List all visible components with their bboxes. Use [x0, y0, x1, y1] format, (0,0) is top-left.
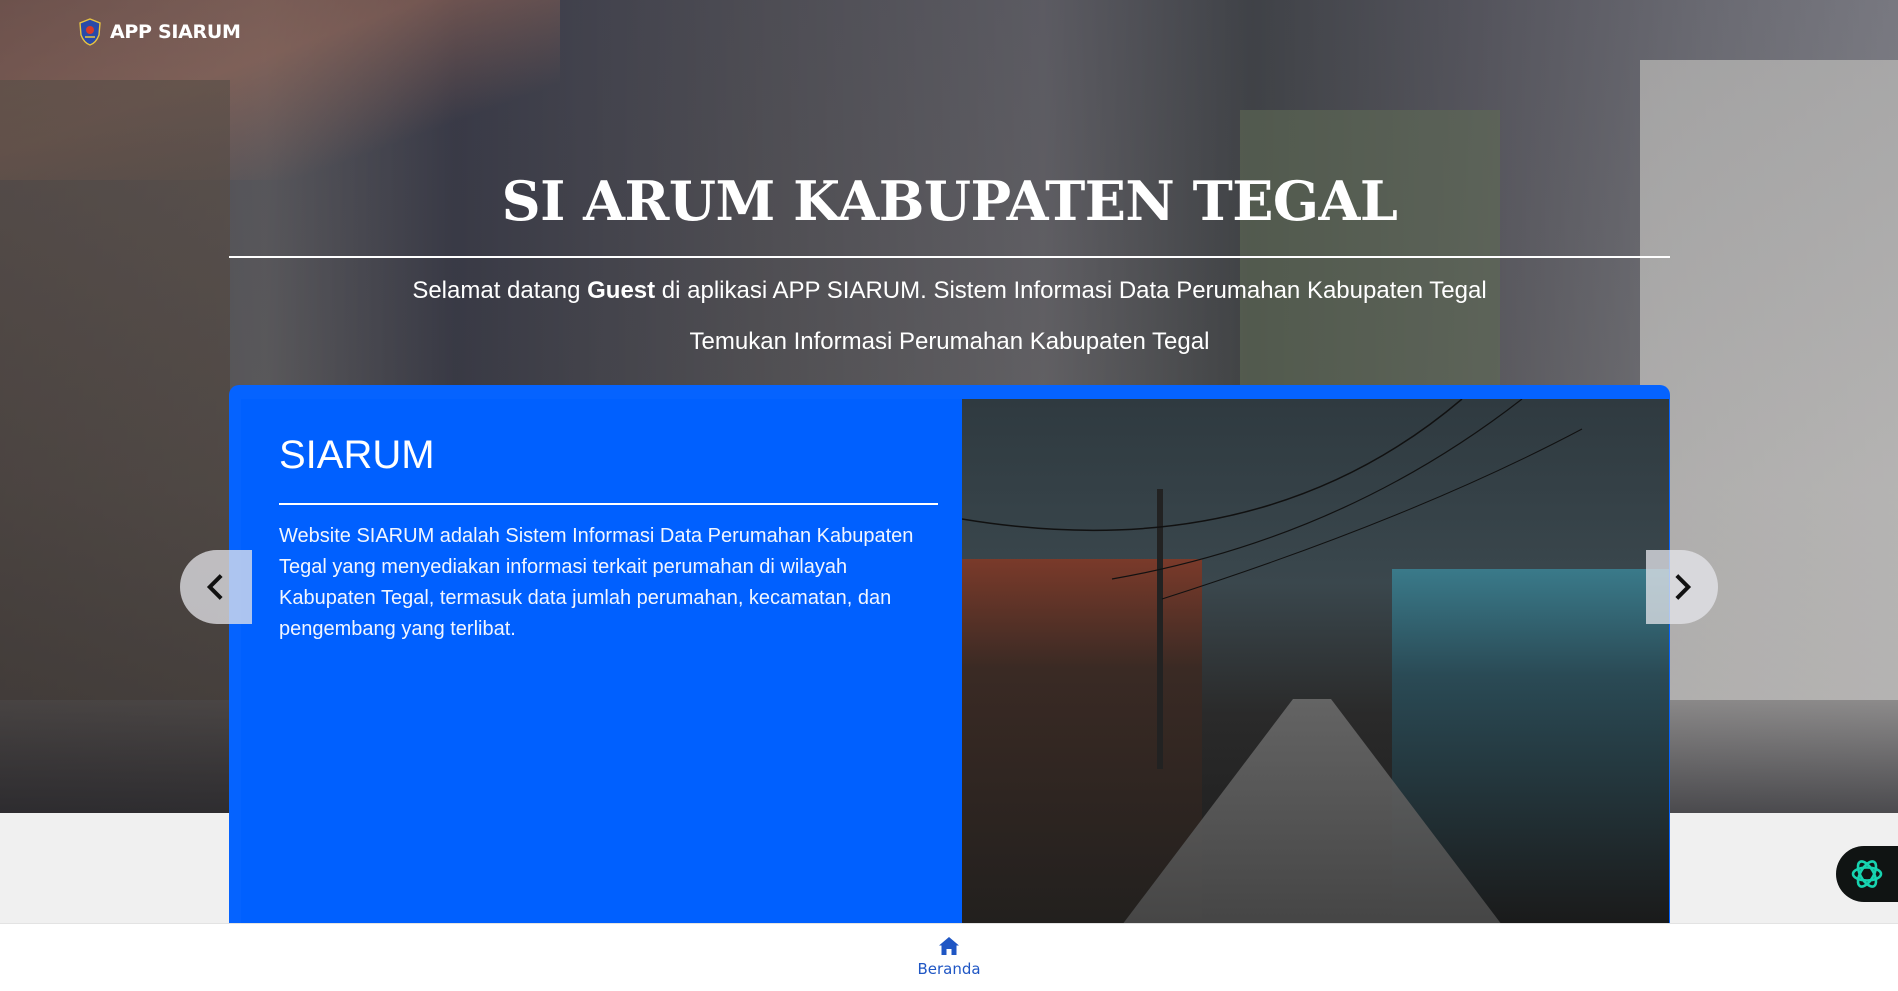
carousel-slide: SIARUM Website SIARUM adalah Sistem Info… [241, 399, 1669, 925]
bottom-navigation: Beranda [0, 923, 1898, 991]
kabupaten-tegal-crest-icon[interactable] [78, 18, 102, 46]
slide-text-panel: SIARUM Website SIARUM adalah Sistem Info… [241, 399, 949, 925]
slide-photo [962, 399, 1669, 925]
slide-description: Website SIARUM adalah Sistem Informasi D… [279, 525, 914, 640]
welcome-suffix: di aplikasi APP SIARUM. Sistem Informasi… [655, 277, 1487, 304]
ai-assistant-button[interactable] [1836, 846, 1898, 902]
page-title: SI ARUM KABUPATEN TEGAL [501, 169, 1398, 233]
hero-bg-green-wall [1240, 110, 1500, 410]
carousel-prev-button[interactable] [180, 550, 252, 624]
chevron-right-icon [1675, 574, 1692, 600]
chevron-left-icon [206, 574, 223, 600]
openai-chat-icon [1851, 860, 1883, 888]
carousel-card: SIARUM Website SIARUM adalah Sistem Info… [229, 385, 1670, 925]
slide-heading: SIARUM [279, 433, 435, 477]
welcome-username: Guest [587, 277, 656, 304]
tagline-text: Temukan Informasi Perumahan Kabupaten Te… [689, 328, 1210, 355]
carousel-next-button[interactable] [1646, 550, 1718, 624]
slide-divider [279, 503, 938, 505]
home-icon [939, 937, 959, 955]
nav-item-beranda[interactable]: Beranda [899, 936, 999, 986]
nav-item-label: Beranda [917, 960, 981, 978]
app-brand-link[interactable]: APP SIARUM [110, 21, 241, 43]
title-divider [229, 256, 1670, 258]
photo-wires [962, 399, 1583, 600]
navbar: APP SIARUM [78, 18, 241, 46]
welcome-text: Selamat datang Guest di aplikasi APP SIA… [229, 274, 1670, 308]
welcome-prefix: Selamat datang [412, 277, 588, 304]
